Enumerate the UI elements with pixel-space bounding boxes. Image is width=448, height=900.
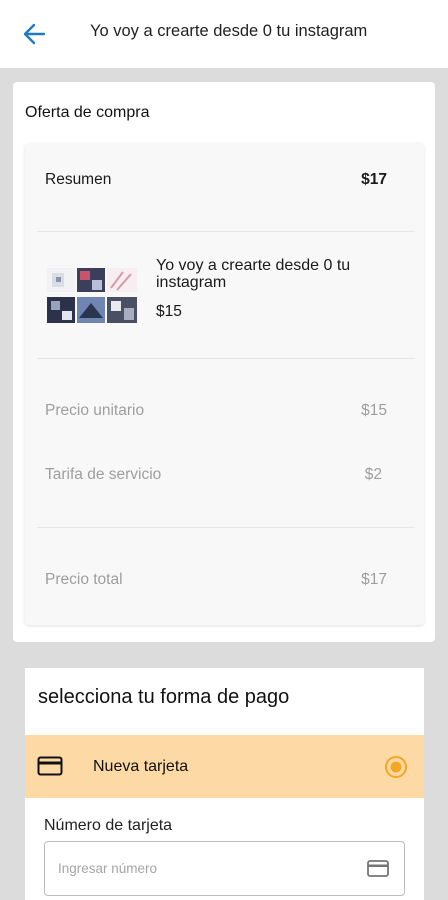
radio-selected-icon[interactable] bbox=[384, 755, 408, 779]
summary-total: $17 bbox=[361, 171, 387, 188]
service-fee-label: Tarifa de servicio bbox=[45, 466, 162, 483]
back-button[interactable] bbox=[18, 18, 54, 50]
card-number-label: Número de tarjeta bbox=[44, 817, 173, 834]
total-price-label: Precio total bbox=[45, 571, 123, 588]
divider bbox=[37, 527, 415, 528]
summary-card bbox=[25, 143, 424, 625]
product-price: $15 bbox=[156, 303, 182, 320]
offer-title: Oferta de compra bbox=[25, 104, 150, 121]
credit-card-icon bbox=[37, 756, 63, 776]
divider bbox=[37, 358, 415, 359]
new-card-label: Nueva tarjeta bbox=[93, 758, 189, 775]
payment-title: selecciona tu forma de pago bbox=[38, 686, 290, 708]
unit-price-value: $15 bbox=[361, 402, 387, 419]
credit-card-icon bbox=[367, 860, 389, 877]
card-number-input[interactable] bbox=[58, 858, 348, 878]
unit-price-label: Precio unitario bbox=[45, 402, 145, 419]
summary-label: Resumen bbox=[45, 171, 112, 188]
divider bbox=[37, 231, 415, 232]
service-fee-value: $2 bbox=[364, 466, 382, 483]
total-price-value: $17 bbox=[361, 571, 387, 588]
new-card-option[interactable] bbox=[25, 735, 424, 798]
product-title: Yo voy a crearte desde 0 tu instagram bbox=[156, 257, 351, 291]
product-thumbnail bbox=[47, 268, 137, 323]
arrow-left-icon bbox=[23, 23, 46, 45]
page-title: Yo voy a crearte desde 0 tu instagram bbox=[90, 22, 368, 40]
